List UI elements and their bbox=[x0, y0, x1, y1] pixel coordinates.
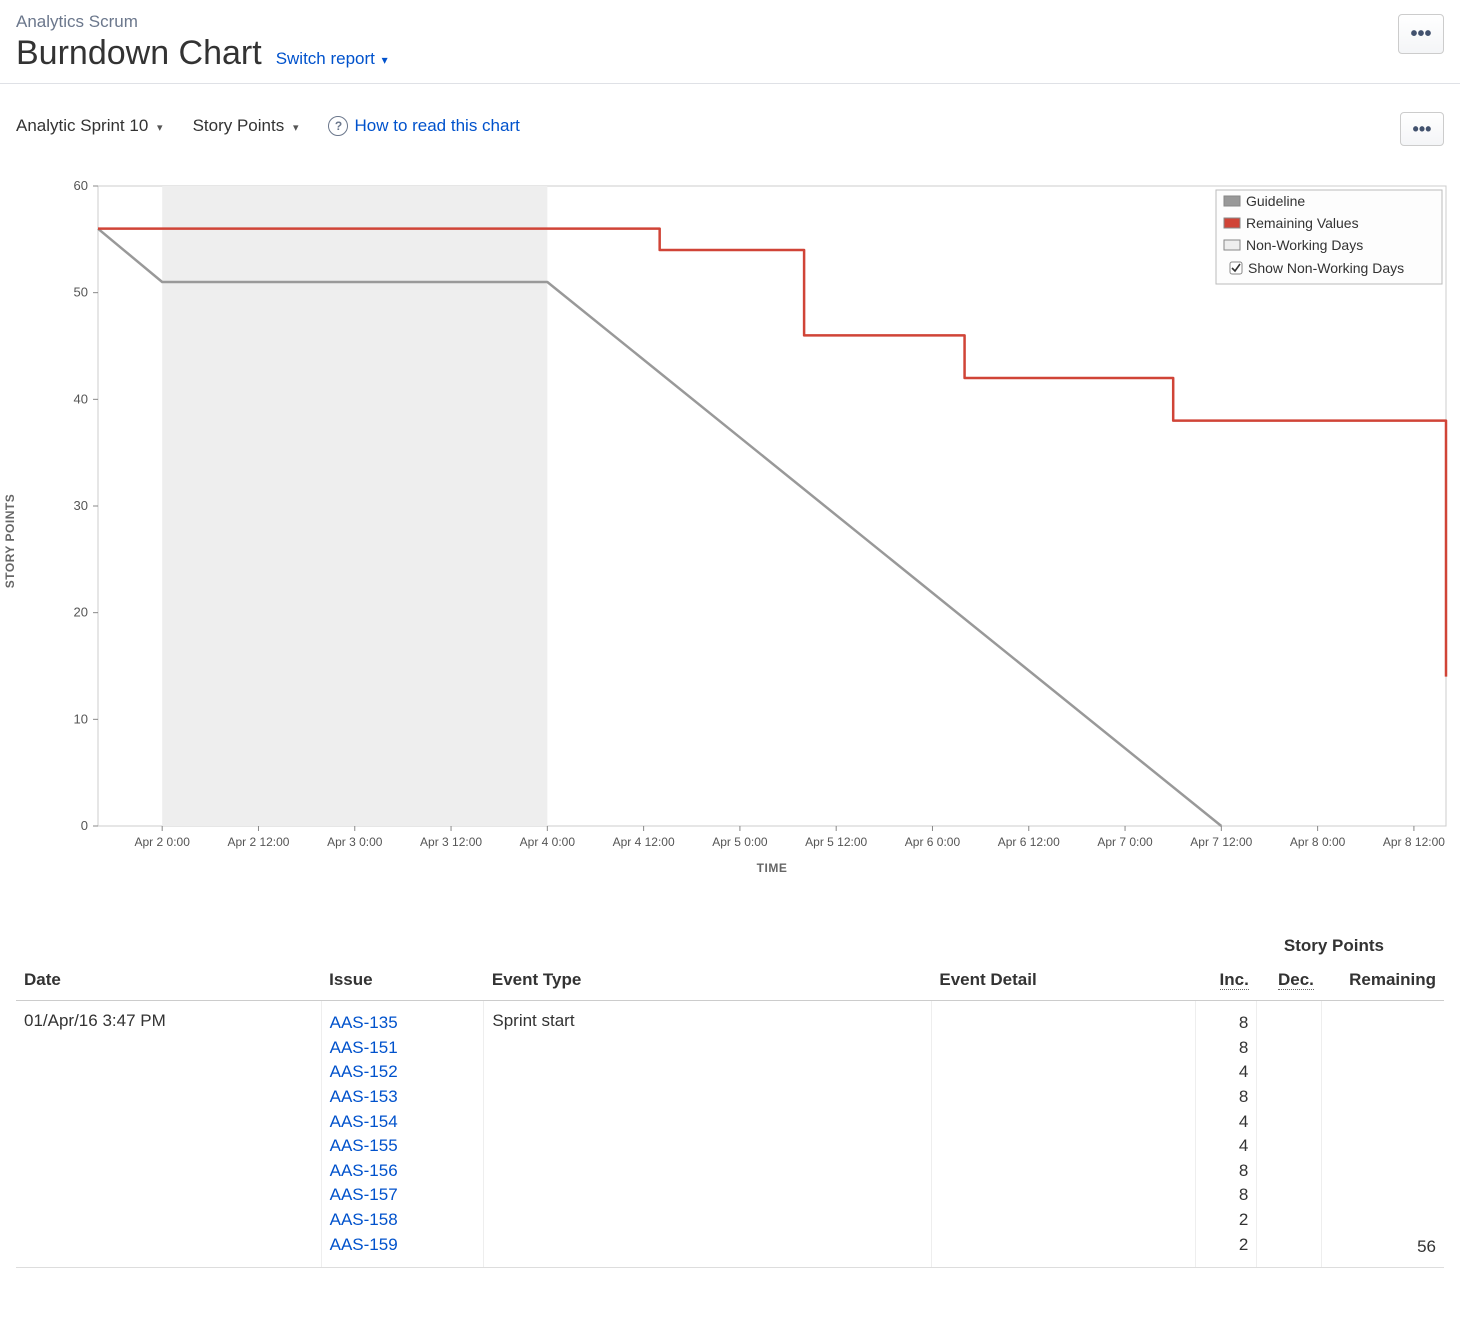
svg-text:Guideline: Guideline bbox=[1246, 193, 1305, 209]
svg-text:Apr 4 12:00: Apr 4 12:00 bbox=[613, 835, 675, 849]
project-name: Analytics Scrum bbox=[16, 12, 388, 32]
issue-link[interactable]: AAS-155 bbox=[330, 1134, 476, 1159]
col-event-type: Event Type bbox=[484, 960, 932, 1001]
svg-text:Non-Working Days: Non-Working Days bbox=[1246, 237, 1363, 253]
switch-report-link[interactable]: Switch report ▾ bbox=[276, 49, 388, 69]
cell-dec bbox=[1257, 1001, 1322, 1268]
svg-text:0: 0 bbox=[81, 818, 88, 833]
cell-date: 01/Apr/16 3:47 PM bbox=[16, 1001, 321, 1268]
issue-link[interactable]: AAS-158 bbox=[330, 1208, 476, 1233]
sprint-dropdown[interactable]: Analytic Sprint 10 ▾ bbox=[16, 116, 163, 136]
svg-text:Apr 3 0:00: Apr 3 0:00 bbox=[327, 835, 383, 849]
issue-link[interactable]: AAS-135 bbox=[330, 1011, 476, 1036]
sprint-dropdown-label: Analytic Sprint 10 bbox=[16, 116, 148, 135]
svg-text:50: 50 bbox=[74, 285, 88, 300]
cell-remaining: 56 bbox=[1322, 1001, 1444, 1268]
help-icon: ? bbox=[328, 116, 348, 136]
issue-link[interactable]: AAS-151 bbox=[330, 1036, 476, 1061]
svg-text:Apr 6 12:00: Apr 6 12:00 bbox=[998, 835, 1060, 849]
header-divider bbox=[0, 83, 1460, 84]
svg-text:Apr 2 0:00: Apr 2 0:00 bbox=[135, 835, 191, 849]
svg-text:40: 40 bbox=[74, 391, 88, 406]
chevron-down-icon: ▾ bbox=[157, 122, 163, 134]
issue-link[interactable]: AAS-159 bbox=[330, 1233, 476, 1258]
cell-event-detail bbox=[931, 1001, 1195, 1268]
col-inc: Inc. bbox=[1196, 960, 1257, 1001]
svg-text:10: 10 bbox=[74, 711, 88, 726]
issue-link[interactable]: AAS-153 bbox=[330, 1085, 476, 1110]
cell-issue: AAS-135AAS-151AAS-152AAS-153AAS-154AAS-1… bbox=[321, 1001, 484, 1268]
col-issue: Issue bbox=[321, 960, 484, 1001]
events-table: Date Issue Event Type Event Detail Inc. … bbox=[16, 960, 1444, 1268]
svg-text:TIME: TIME bbox=[757, 861, 788, 875]
svg-text:Apr 2 12:00: Apr 2 12:00 bbox=[227, 835, 289, 849]
ellipsis-icon: ••• bbox=[1410, 23, 1431, 46]
svg-text:Remaining Values: Remaining Values bbox=[1246, 215, 1359, 231]
svg-text:Apr 4 0:00: Apr 4 0:00 bbox=[520, 835, 576, 849]
col-remaining: Remaining bbox=[1322, 960, 1444, 1001]
estimate-dropdown[interactable]: Story Points ▾ bbox=[193, 116, 299, 136]
chevron-down-icon: ▾ bbox=[382, 53, 388, 67]
page-title: Burndown Chart bbox=[16, 34, 262, 73]
story-points-group-header: Story Points bbox=[16, 936, 1444, 956]
svg-text:20: 20 bbox=[74, 605, 88, 620]
svg-text:Apr 7 0:00: Apr 7 0:00 bbox=[1097, 835, 1153, 849]
svg-text:Apr 8 0:00: Apr 8 0:00 bbox=[1290, 835, 1346, 849]
col-event-detail: Event Detail bbox=[931, 960, 1195, 1001]
svg-text:Show Non-Working Days: Show Non-Working Days bbox=[1248, 260, 1404, 276]
svg-text:Apr 5 0:00: Apr 5 0:00 bbox=[712, 835, 768, 849]
issue-link[interactable]: AAS-157 bbox=[330, 1183, 476, 1208]
table-row: 01/Apr/16 3:47 PMAAS-135AAS-151AAS-152AA… bbox=[16, 1001, 1444, 1268]
estimate-dropdown-label: Story Points bbox=[193, 116, 285, 135]
issue-link[interactable]: AAS-152 bbox=[330, 1060, 476, 1085]
chevron-down-icon: ▾ bbox=[293, 122, 299, 134]
cell-inc: 8848448822 bbox=[1196, 1001, 1257, 1268]
issue-link[interactable]: AAS-154 bbox=[330, 1110, 476, 1135]
ellipsis-icon: ••• bbox=[1413, 119, 1432, 140]
col-date: Date bbox=[16, 960, 321, 1001]
chart-y-axis-label: STORY POINTS bbox=[3, 494, 17, 588]
how-to-read-link[interactable]: How to read this chart bbox=[354, 116, 519, 136]
chart-more-actions-button[interactable]: ••• bbox=[1400, 112, 1444, 146]
more-actions-button[interactable]: ••• bbox=[1398, 14, 1444, 54]
svg-text:30: 30 bbox=[74, 498, 88, 513]
switch-report-label: Switch report bbox=[276, 49, 375, 68]
svg-text:Apr 5 12:00: Apr 5 12:00 bbox=[805, 835, 867, 849]
cell-event-type: Sprint start bbox=[484, 1001, 932, 1268]
svg-text:Apr 7 12:00: Apr 7 12:00 bbox=[1190, 835, 1252, 849]
svg-text:Apr 3 12:00: Apr 3 12:00 bbox=[420, 835, 482, 849]
svg-text:Apr 8 12:00: Apr 8 12:00 bbox=[1383, 835, 1445, 849]
svg-text:Apr 6 0:00: Apr 6 0:00 bbox=[905, 835, 961, 849]
svg-text:60: 60 bbox=[74, 178, 88, 193]
issue-link[interactable]: AAS-156 bbox=[330, 1159, 476, 1184]
col-dec: Dec. bbox=[1257, 960, 1322, 1001]
burndown-chart: 0 10 20 30 40 50 60 Apr 2 0:00 Apr 2 12:00 Apr 3 … bbox=[70, 176, 1450, 906]
